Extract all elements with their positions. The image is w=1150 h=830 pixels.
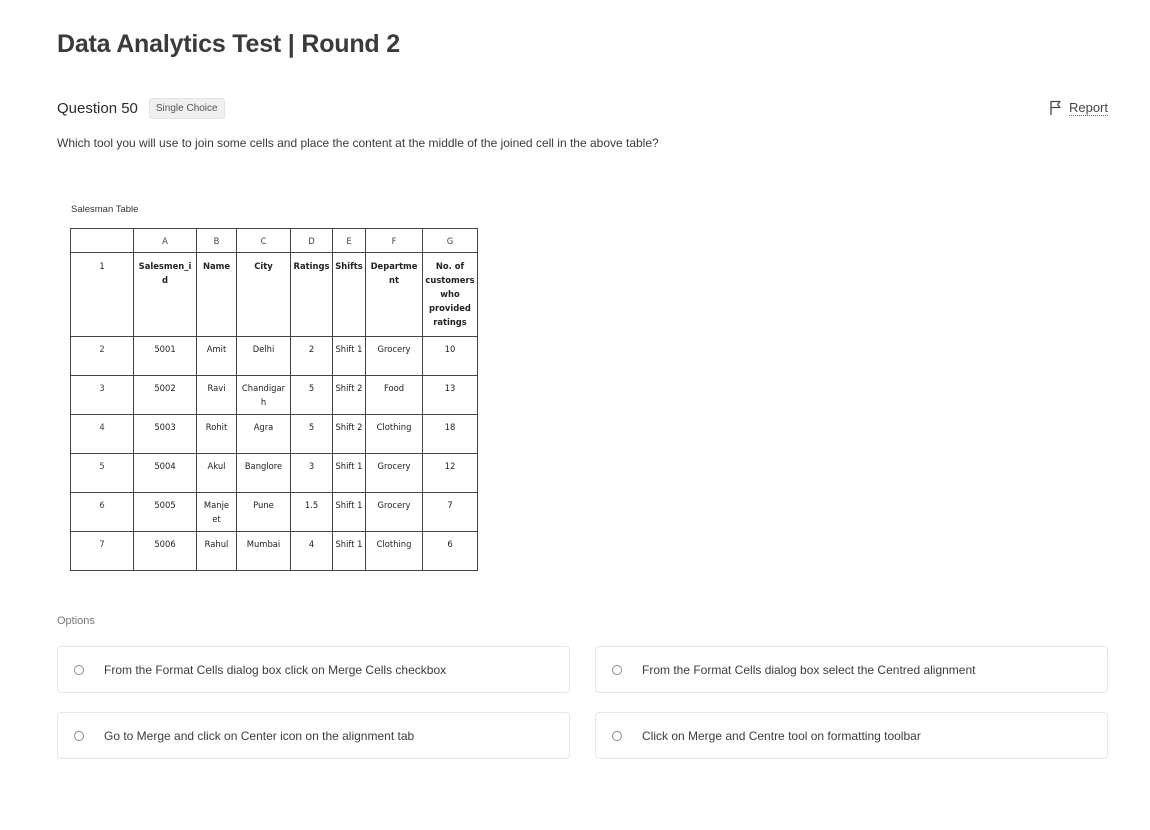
table-cell: 10 (422, 336, 478, 376)
table-cell: 2 (290, 336, 333, 376)
row-number: 1 (70, 252, 134, 337)
table-cell: Clothing (365, 414, 423, 454)
question-type-badge: Single Choice (148, 98, 225, 119)
table-row: 2 5001 Amit Delhi 2 Shift 1 Grocery 10 (70, 336, 478, 376)
table-cell: 3 (290, 453, 333, 493)
header-cell: Shifts (332, 252, 366, 337)
column-letter: G (422, 228, 478, 253)
table-cell: Shift 1 (332, 531, 366, 571)
table-cell: 18 (422, 414, 478, 454)
table-cell: 13 (422, 375, 478, 415)
column-letter: A (133, 228, 197, 253)
table-header-row: 1 Salesmen_i d Name City Ratings Shifts … (70, 252, 478, 337)
option-c[interactable]: Go to Merge and click on Center icon on … (57, 712, 570, 759)
table-cell: Shift 1 (332, 453, 366, 493)
table-cell: Amit (196, 336, 237, 376)
option-text: Go to Merge and click on Center icon on … (104, 728, 415, 743)
table-row: 5 5004 Akul Banglore 3 Shift 1 Grocery 1… (70, 453, 478, 493)
table-cell: Delhi (236, 336, 291, 376)
table-cell: Manje et (196, 492, 237, 532)
column-letter (70, 228, 134, 253)
table-row: 3 5002 Ravi Chandigar h 5 Shift 2 Food 1… (70, 375, 478, 415)
table-cell: Pune (236, 492, 291, 532)
question-header: Question 50 Single Choice (57, 98, 225, 119)
table-cell: Banglore (236, 453, 291, 493)
column-letter: D (290, 228, 333, 253)
header-cell: No. of customers who provided ratings (422, 252, 478, 337)
header-cell: Ratings (290, 252, 333, 337)
radio-button[interactable] (74, 664, 84, 675)
option-d[interactable]: Click on Merge and Centre tool on format… (595, 712, 1108, 759)
table-cell: 5001 (133, 336, 197, 376)
row-number: 2 (70, 336, 134, 376)
row-number: 6 (70, 492, 134, 532)
table-cell: Grocery (365, 336, 423, 376)
table-cell: Akul (196, 453, 237, 493)
table-cell: 5003 (133, 414, 197, 454)
row-number: 7 (70, 531, 134, 571)
table-cell: 5005 (133, 492, 197, 532)
option-text: Click on Merge and Centre tool on format… (642, 728, 921, 743)
table-cell: Mumbai (236, 531, 291, 571)
option-b[interactable]: From the Format Cells dialog box select … (595, 646, 1108, 693)
column-letter: E (332, 228, 366, 253)
test-title: Data Analytics Test | Round 2 (57, 30, 400, 58)
table-cell: 5 (290, 375, 333, 415)
table-cell: Rohit (196, 414, 237, 454)
table-cell: 7 (422, 492, 478, 532)
question-text: Which tool you will use to join some cel… (57, 136, 659, 150)
table-cell: Shift 1 (332, 492, 366, 532)
table-cell: 12 (422, 453, 478, 493)
option-text: From the Format Cells dialog box select … (642, 662, 976, 677)
table-cell: Chandigar h (236, 375, 291, 415)
column-letter-row: A B C D E F G (70, 228, 478, 253)
report-label: Report (1068, 99, 1108, 116)
column-letter: C (236, 228, 291, 253)
table-cell: Food (365, 375, 423, 415)
header-cell: Departme nt (365, 252, 423, 337)
table-cell: 5006 (133, 531, 197, 571)
table-cell: Grocery (365, 492, 423, 532)
column-letter: B (196, 228, 237, 253)
radio-button[interactable] (74, 730, 84, 741)
row-number: 3 (70, 375, 134, 415)
table-cell: 5002 (133, 375, 197, 415)
table-cell: Ravi (196, 375, 237, 415)
options-label: Options (57, 615, 95, 627)
table-cell: Shift 2 (332, 375, 366, 415)
table-row: 4 5003 Rohit Agra 5 Shift 2 Clothing 18 (70, 414, 478, 454)
table-row: 6 5005 Manje et Pune 1.5 Shift 1 Grocery… (70, 492, 478, 532)
header-cell: Name (196, 252, 237, 337)
table-caption: Salesman Table (71, 204, 139, 215)
column-letter: F (365, 228, 423, 253)
header-cell: City (236, 252, 291, 337)
table-cell: Grocery (365, 453, 423, 493)
option-text: From the Format Cells dialog box click o… (104, 662, 447, 677)
salesman-table: A B C D E F G 1 Salesmen_i d Name City R… (70, 228, 478, 571)
table-cell: 4 (290, 531, 333, 571)
table-cell: Shift 1 (332, 336, 366, 376)
table-cell: 5 (290, 414, 333, 454)
row-number: 5 (70, 453, 134, 493)
flag-icon (1049, 100, 1063, 116)
table-row: 7 5006 Rahul Mumbai 4 Shift 1 Clothing 6 (70, 531, 478, 571)
radio-button[interactable] (612, 730, 622, 741)
table-cell: Agra (236, 414, 291, 454)
row-number: 4 (70, 414, 134, 454)
table-cell: Shift 2 (332, 414, 366, 454)
question-number: Question 50 (57, 100, 138, 117)
option-a[interactable]: From the Format Cells dialog box click o… (57, 646, 570, 693)
table-cell: 5004 (133, 453, 197, 493)
table-cell: Rahul (196, 531, 237, 571)
table-cell: 1.5 (290, 492, 333, 532)
table-cell: Clothing (365, 531, 423, 571)
header-cell: Salesmen_i d (133, 252, 197, 337)
table-cell: 6 (422, 531, 478, 571)
radio-button[interactable] (612, 664, 622, 675)
report-button[interactable]: Report (1049, 100, 1108, 116)
